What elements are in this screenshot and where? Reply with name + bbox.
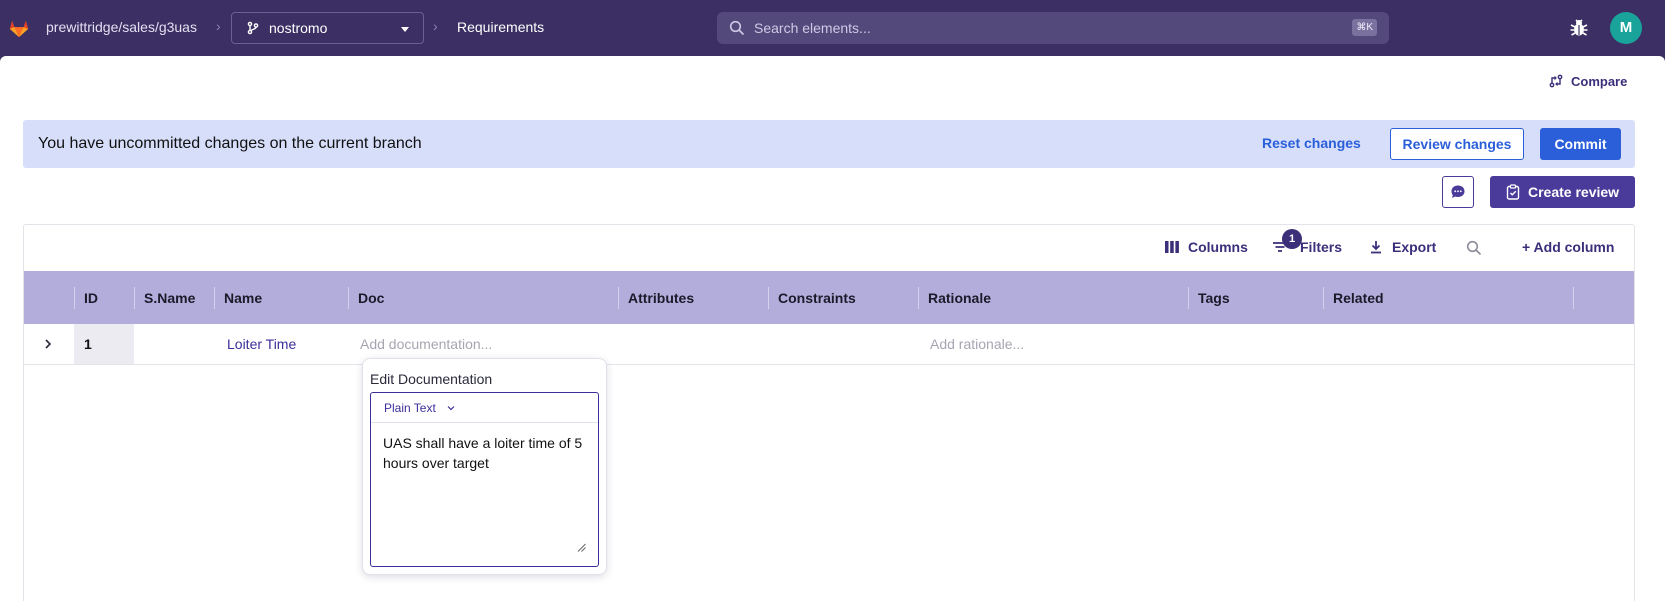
column-header-id[interactable]: ID <box>84 290 98 306</box>
column-divider <box>1323 287 1324 309</box>
row-id: 1 <box>84 336 92 352</box>
export-label: Export <box>1392 239 1437 255</box>
download-icon <box>1371 241 1381 254</box>
filter-count-badge: 1 <box>1282 229 1302 249</box>
table-header-row: ID S.Name Name Doc Attributes Constraint… <box>24 271 1634 324</box>
column-header-tags[interactable]: Tags <box>1198 290 1230 306</box>
search-icon[interactable] <box>1466 240 1482 256</box>
breadcrumb-current-page: Requirements <box>457 19 545 35</box>
search-input[interactable]: Search elements... <box>754 20 871 36</box>
filters-label: Filters <box>1300 239 1343 255</box>
column-header-attributes[interactable]: Attributes <box>628 290 694 306</box>
banner-message: You have uncommitted changes on the curr… <box>38 135 422 152</box>
gitlab-logo-icon[interactable] <box>8 17 30 39</box>
cell-rationale[interactable]: Add rationale... <box>930 336 1024 352</box>
columns-icon <box>1165 241 1179 253</box>
format-mode-selector[interactable]: Plain Text <box>371 393 598 423</box>
column-header-related[interactable]: Related <box>1333 290 1384 306</box>
compare-label: Compare <box>1571 74 1628 89</box>
cell-doc[interactable]: Add documentation... <box>360 336 492 352</box>
breadcrumb-repo[interactable]: prewittridge/sales/g3uas <box>46 19 197 35</box>
column-header-doc[interactable]: Doc <box>358 290 384 306</box>
column-divider <box>214 287 215 309</box>
chat-bubble-icon <box>1451 185 1465 198</box>
format-mode-label: Plain Text <box>384 401 436 415</box>
column-header-sname[interactable]: S.Name <box>144 290 195 306</box>
reset-changes-button[interactable]: Reset changes <box>1262 135 1361 151</box>
column-divider <box>1188 287 1189 309</box>
edit-documentation-popover: Edit Documentation Plain Text UAS shall … <box>362 358 607 575</box>
keyboard-shortcut-badge: ⌘K <box>1352 19 1377 36</box>
breadcrumb-separator-icon: › <box>216 18 221 34</box>
cell-name[interactable]: Loiter Time <box>227 336 296 352</box>
chevron-right-icon[interactable] <box>42 338 54 350</box>
documentation-editor: Plain Text UAS shall have a loiter time … <box>370 392 599 567</box>
uncommitted-changes-banner: You have uncommitted changes on the curr… <box>23 120 1635 168</box>
column-divider <box>1573 287 1574 309</box>
avatar[interactable]: M <box>1610 12 1642 44</box>
columns-label: Columns <box>1188 239 1248 255</box>
resize-handle-icon[interactable] <box>577 543 586 552</box>
breadcrumb-separator-icon: › <box>433 18 438 34</box>
chevron-down-icon <box>447 406 455 411</box>
documentation-textarea[interactable]: UAS shall have a loiter time of 5 hours … <box>371 424 598 566</box>
column-divider <box>768 287 769 309</box>
create-review-button[interactable]: Create review <box>1490 176 1635 208</box>
column-divider <box>618 287 619 309</box>
chevron-down-icon <box>401 27 409 32</box>
requirements-table: Columns Filters 1 Export + Add column ID <box>23 224 1635 601</box>
column-divider <box>348 287 349 309</box>
column-header-rationale[interactable]: Rationale <box>928 290 991 306</box>
commit-button[interactable]: Commit <box>1540 128 1621 160</box>
column-divider <box>134 287 135 309</box>
branch-selector[interactable]: nostromo <box>231 12 424 44</box>
main-panel: Compare You have uncommitted changes on … <box>0 56 1665 601</box>
search-icon <box>729 20 745 36</box>
column-divider <box>74 287 75 309</box>
top-bar: prewittridge/sales/g3uas › nostromo › Re… <box>0 0 1665 56</box>
popover-title: Edit Documentation <box>370 371 493 387</box>
bug-icon[interactable] <box>1568 17 1590 39</box>
comments-button[interactable] <box>1442 176 1474 208</box>
column-header-name[interactable]: Name <box>224 290 262 306</box>
compare-icon <box>1549 74 1563 88</box>
branch-name: nostromo <box>269 20 328 36</box>
column-header-constraints[interactable]: Constraints <box>778 290 856 306</box>
git-branch-icon <box>247 21 259 35</box>
review-changes-button[interactable]: Review changes <box>1390 128 1524 160</box>
add-column-button[interactable]: + Add column <box>1522 239 1614 255</box>
create-review-label: Create review <box>1528 184 1620 200</box>
cell-id[interactable]: 1 <box>74 324 134 364</box>
column-divider <box>918 287 919 309</box>
clipboard-icon <box>1506 184 1520 200</box>
search-bar[interactable]: Search elements... ⌘K <box>717 12 1389 44</box>
table-row[interactable]: 1 Loiter Time Add documentation... Add r… <box>24 324 1634 365</box>
